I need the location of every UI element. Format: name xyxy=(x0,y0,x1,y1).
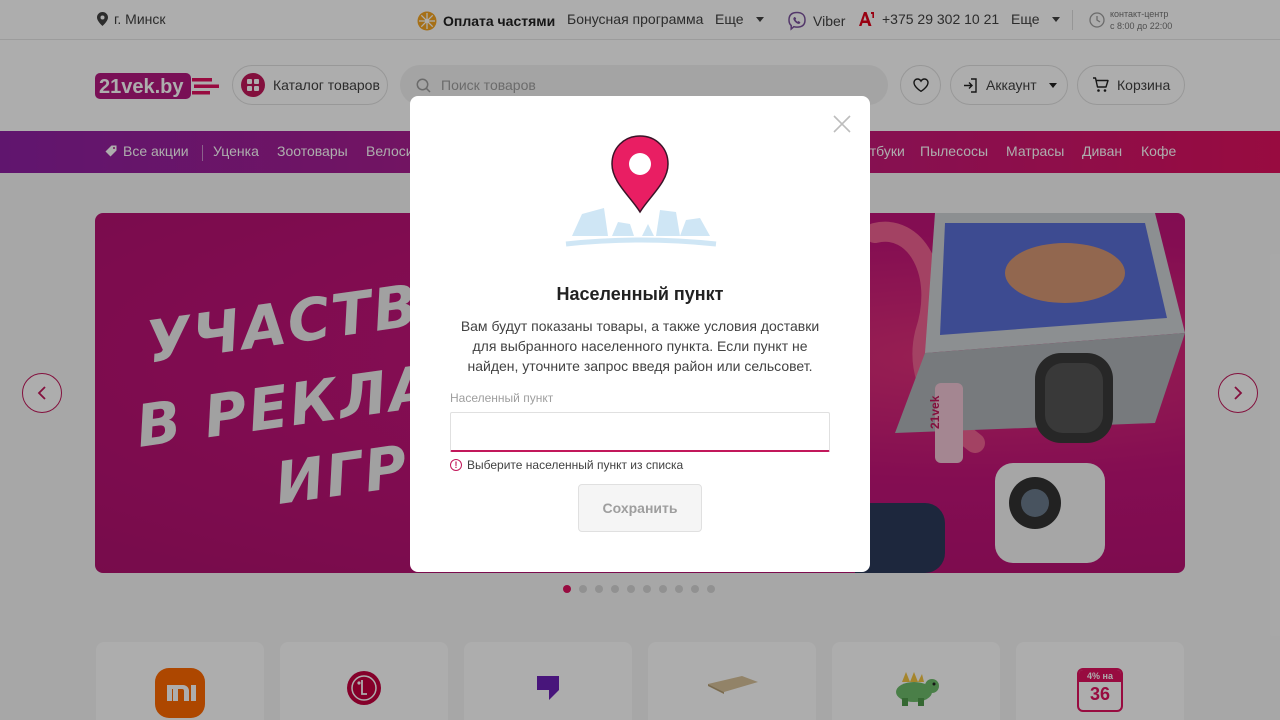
locality-field-label: Населенный пункт xyxy=(450,391,554,405)
modal-description: Вам будут показаны товары, а также услов… xyxy=(460,318,820,374)
locality-input[interactable] xyxy=(450,412,830,452)
error-text: Выберите населенный пункт из списка xyxy=(467,458,684,472)
location-modal: Населенный пункт Вам будут показаны това… xyxy=(410,96,870,572)
map-pin-illustration xyxy=(565,135,717,247)
save-button[interactable]: Сохранить xyxy=(578,484,702,532)
modal-title: Населенный пункт xyxy=(556,284,724,304)
field-error-message: ! Выберите населенный пункт из списка xyxy=(450,458,683,472)
error-icon: ! xyxy=(450,459,462,471)
close-icon[interactable] xyxy=(832,114,852,134)
